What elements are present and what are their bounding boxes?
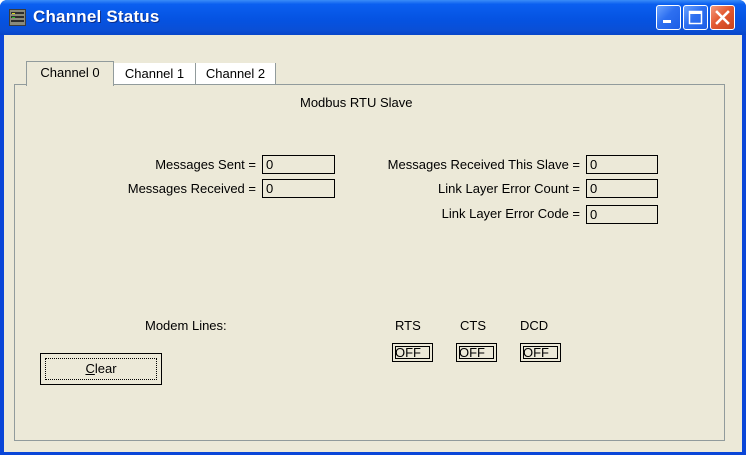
clear-rest: lear bbox=[94, 361, 117, 376]
minimize-icon bbox=[663, 20, 671, 23]
received-this-slave-label: Messages Received This Slave = bbox=[387, 157, 580, 172]
messages-sent-field: 0 bbox=[262, 155, 335, 174]
link-error-count-label: Link Layer Error Count = bbox=[438, 181, 580, 196]
messages-received-label: Messages Received = bbox=[127, 181, 256, 196]
messages-received-field: 0 bbox=[262, 179, 335, 198]
link-error-code-label: Link Layer Error Code = bbox=[441, 206, 580, 221]
cts-label: CTS bbox=[460, 318, 486, 333]
close-icon bbox=[715, 10, 730, 25]
tab-channel-0[interactable]: Channel 0 bbox=[26, 61, 114, 86]
window-title: Channel Status bbox=[33, 7, 160, 26]
clear-mnemonic: C bbox=[85, 361, 95, 376]
panel-heading: Modbus RTU Slave bbox=[300, 95, 413, 110]
tab-channel-2[interactable]: Channel 2 bbox=[196, 63, 276, 84]
maximize-button[interactable] bbox=[683, 5, 708, 30]
window: Channel Status Channel 0 Channel 1 Chann… bbox=[0, 0, 746, 455]
app-icon bbox=[9, 9, 26, 26]
dcd-label: DCD bbox=[520, 318, 549, 333]
rts-indicator: OFF bbox=[392, 343, 433, 362]
dialog-client-area: Channel 0 Channel 1 Channel 2 Modbus RTU… bbox=[4, 35, 742, 452]
link-error-count-field: 0 bbox=[586, 179, 658, 198]
minimize-button[interactable] bbox=[656, 5, 681, 30]
link-error-code-field: 0 bbox=[586, 205, 658, 224]
maximize-icon bbox=[688, 10, 703, 25]
cts-indicator: OFF bbox=[456, 343, 497, 362]
dcd-indicator: OFF bbox=[520, 343, 561, 362]
rts-label: RTS bbox=[395, 318, 421, 333]
tab-channel-1[interactable]: Channel 1 bbox=[114, 63, 196, 84]
title-bar[interactable]: Channel Status bbox=[0, 0, 746, 35]
clear-button[interactable]: Clear bbox=[40, 353, 162, 385]
clear-button-label: Clear bbox=[85, 361, 116, 376]
close-button[interactable] bbox=[710, 5, 735, 30]
modem-lines-label: Modem Lines: bbox=[145, 318, 227, 333]
received-this-slave-field: 0 bbox=[586, 155, 658, 174]
messages-sent-label: Messages Sent = bbox=[155, 157, 256, 172]
tab-panel bbox=[14, 84, 725, 441]
